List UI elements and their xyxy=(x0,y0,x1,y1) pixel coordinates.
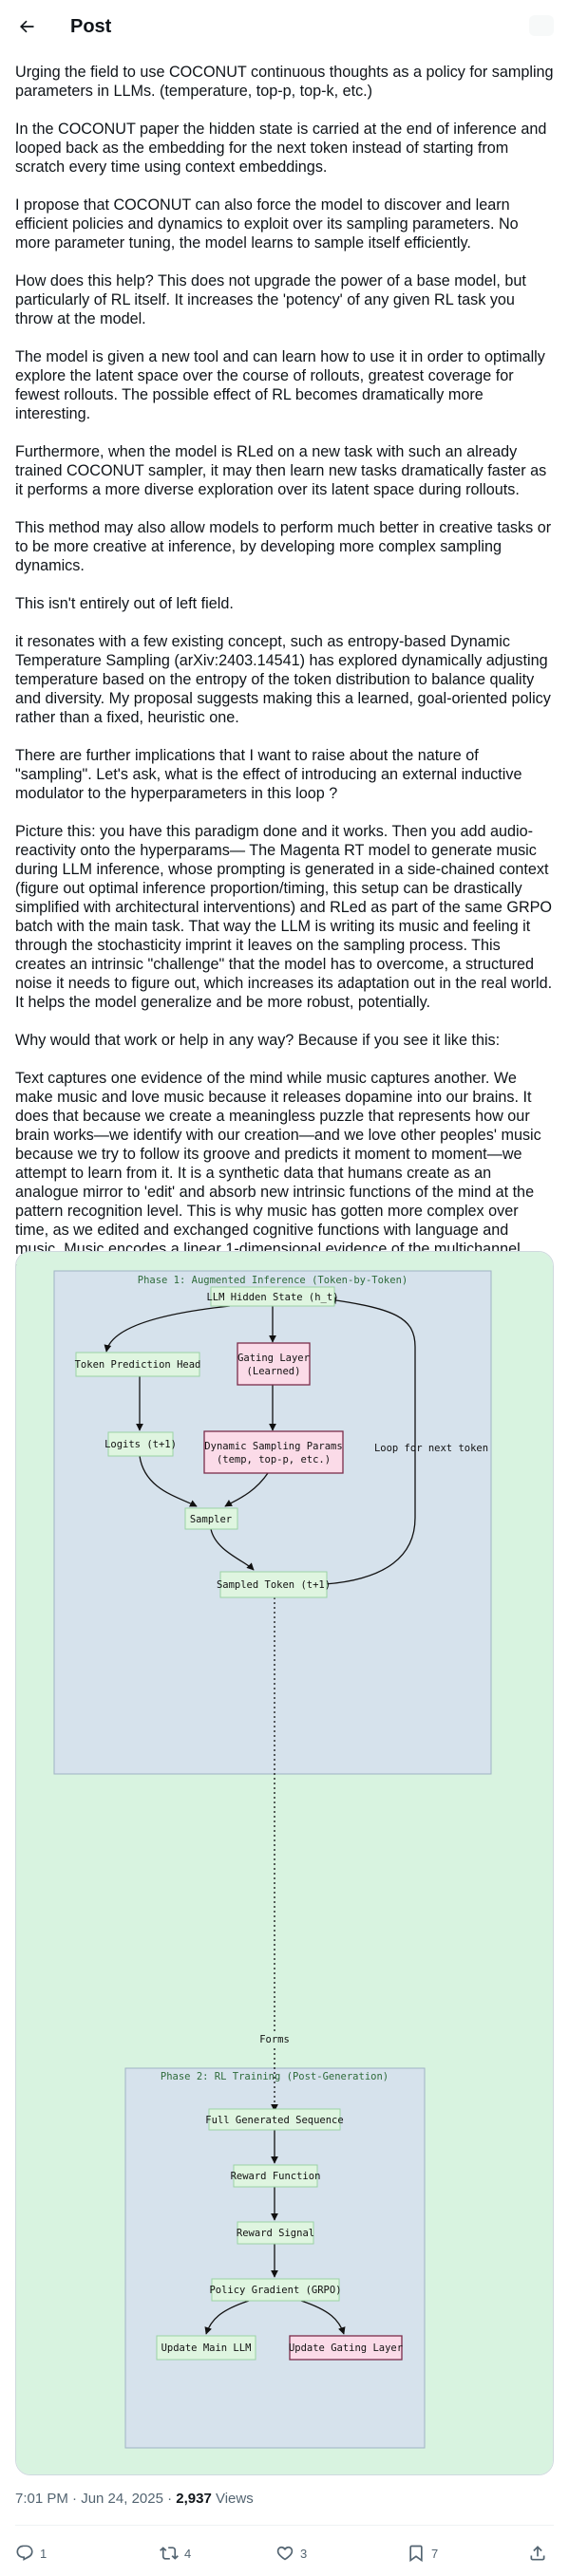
repost-count: 4 xyxy=(184,2546,192,2561)
share-button[interactable] xyxy=(528,2534,547,2572)
node-reward-signal-label: Reward Signal xyxy=(237,2228,314,2239)
post-paragraph: There are further implications that I wa… xyxy=(15,747,522,802)
post-meta: 7:01 PM · Jun 24, 2025 · 2,937 Views xyxy=(15,2491,254,2507)
node-dynamic-params xyxy=(203,1430,344,1474)
node-update-main-label: Update Main LLM xyxy=(161,2343,252,2354)
header-placeholder xyxy=(529,15,554,36)
repost-button[interactable]: 4 xyxy=(160,2534,191,2572)
like-button[interactable]: 3 xyxy=(275,2534,307,2572)
arrow-left-icon xyxy=(20,20,34,33)
node-dynamic-params-label: Dynamic Sampling Params xyxy=(204,1441,342,1452)
post-paragraph: In the COCONUT paper the hidden state is… xyxy=(15,121,547,176)
post-paragraph: The model is given a new tool and can le… xyxy=(15,348,545,422)
node-update-gating-label: Update Gating Layer xyxy=(289,2343,403,2354)
post-paragraph: Picture this: you have this paradigm don… xyxy=(15,823,553,1011)
edge-label-loop: Loop for next token xyxy=(374,1443,488,1454)
views-count: 2,937 xyxy=(176,2491,212,2507)
post-paragraph: Furthermore, when the model is RLed on a… xyxy=(15,443,547,498)
post-paragraph: I propose that COCONUT can also force th… xyxy=(15,196,519,252)
divider xyxy=(15,2525,554,2526)
node-hidden-state-label: LLM Hidden State (h_t) xyxy=(206,1292,338,1303)
node-reward-function-label: Reward Function xyxy=(231,2171,321,2182)
node-gating-layer xyxy=(237,1342,311,1386)
post-paragraph: it resonates with a few existing concept… xyxy=(15,633,551,726)
share-icon xyxy=(530,2546,545,2561)
node-dynamic-params-sub: (temp, top-p, etc.) xyxy=(217,1454,331,1465)
like-count: 3 xyxy=(300,2546,308,2561)
top-bar: Post xyxy=(0,0,569,53)
post-paragraph: This isn't entirely out of left field. xyxy=(15,595,234,612)
repost-icon xyxy=(160,2547,179,2560)
edge-label-forms: Forms xyxy=(259,2034,290,2045)
action-bar: 1 4 3 7 xyxy=(0,2534,569,2572)
node-logits-label: Logits (t+1) xyxy=(104,1439,177,1450)
phase1-title: Phase 1: Augmented Inference (Token-by-T… xyxy=(138,1275,408,1286)
post-body: Urging the field to use COCONUT continuo… xyxy=(15,63,554,1410)
back-button[interactable] xyxy=(8,8,46,46)
bookmark-button[interactable]: 7 xyxy=(407,2534,438,2572)
reply-count: 1 xyxy=(40,2546,47,2561)
post-paragraph: Urging the field to use COCONUT continuo… xyxy=(15,64,554,100)
post-paragraph: How does this help? This does not upgrad… xyxy=(15,272,526,327)
reply-icon xyxy=(16,2545,33,2561)
node-gating-layer-sub: (Learned) xyxy=(247,1366,301,1377)
post-image-diagram[interactable]: Phase 1: Augmented Inference (Token-by-T… xyxy=(15,1251,554,2475)
node-policy-gradient-label: Policy Gradient (GRPO) xyxy=(209,2285,341,2296)
reply-button[interactable]: 1 xyxy=(15,2534,47,2572)
node-sampler-label: Sampler xyxy=(190,1514,232,1525)
bookmark-icon xyxy=(409,2545,423,2563)
node-gating-layer-label: Gating Layer xyxy=(237,1353,310,1364)
node-token-head-label: Token Prediction Head xyxy=(75,1359,201,1371)
views-label: Views xyxy=(211,2491,254,2507)
bookmark-count: 7 xyxy=(431,2546,439,2561)
node-sampled-token-label: Sampled Token (t+1) xyxy=(217,1579,331,1591)
page-title: Post xyxy=(70,15,112,37)
post-paragraph: Why would that work or help in any way? … xyxy=(15,1032,501,1049)
post-paragraph: This method may also allow models to per… xyxy=(15,519,552,574)
heart-icon xyxy=(276,2546,294,2561)
post-timestamp[interactable]: 7:01 PM · Jun 24, 2025 · xyxy=(15,2491,176,2507)
node-full-sequence-label: Full Generated Sequence xyxy=(205,2115,343,2126)
